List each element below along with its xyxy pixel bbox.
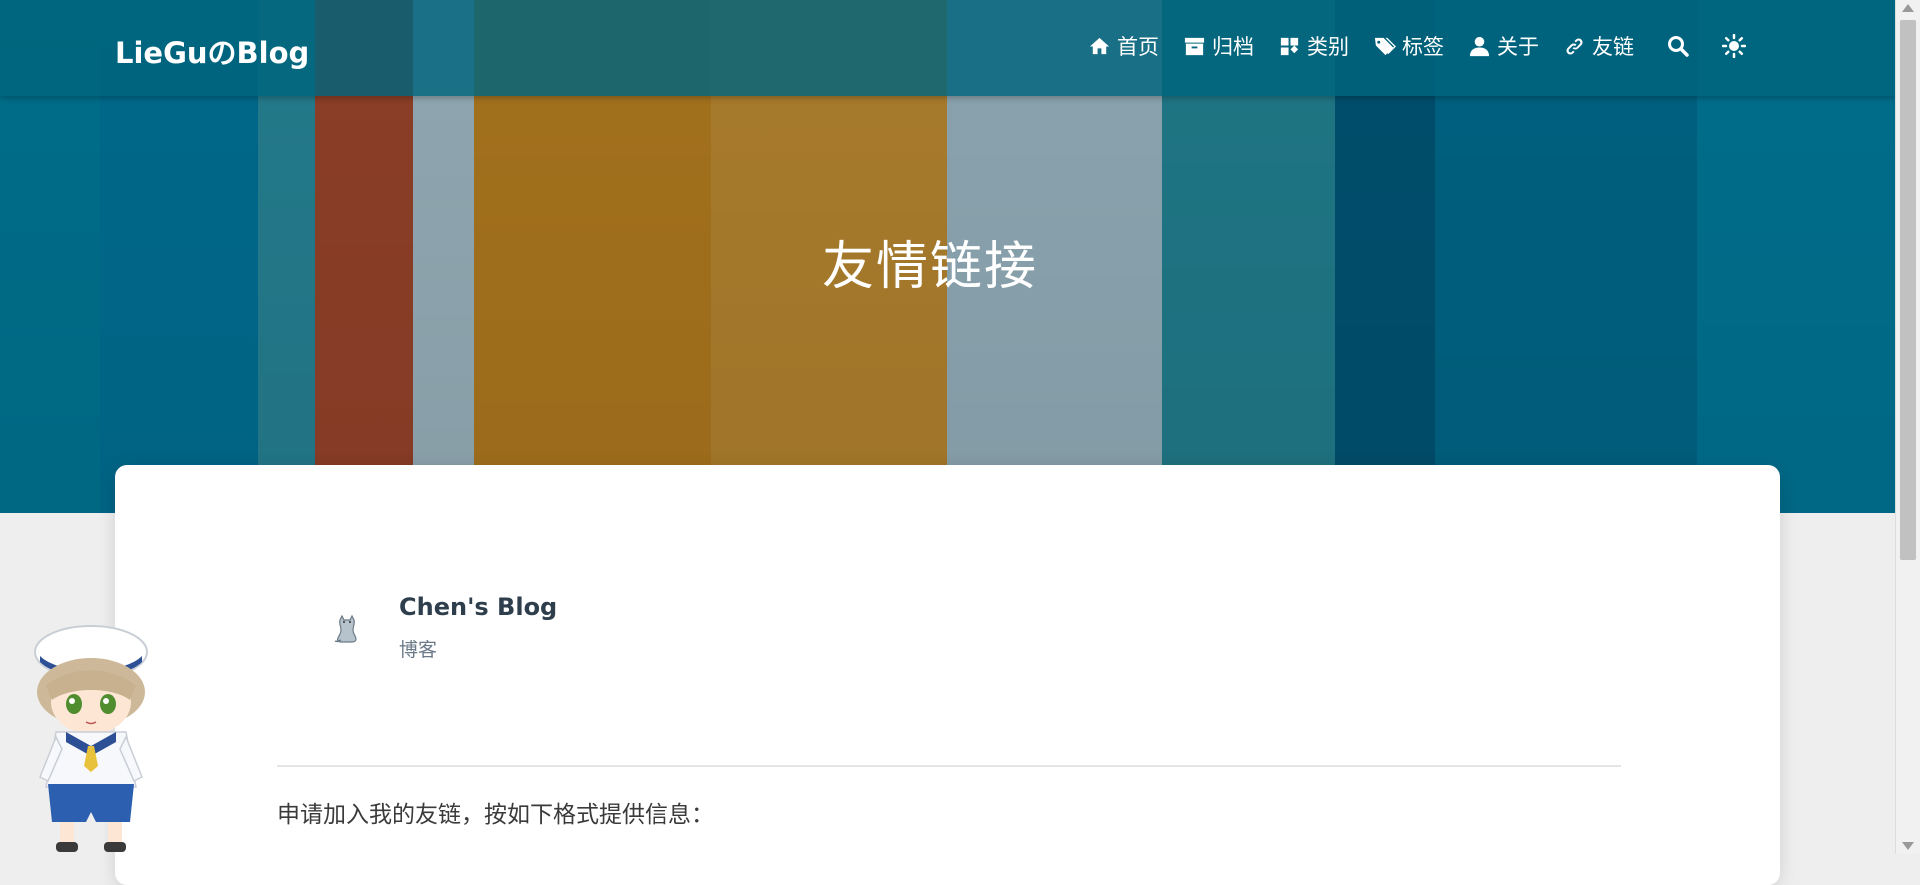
sun-icon <box>1722 34 1746 58</box>
nav-item-label: 关于 <box>1497 35 1539 59</box>
grid-icon <box>1280 37 1299 55</box>
friend-link-item[interactable]: Chen's Blog 博客 <box>315 593 557 662</box>
mascot-image <box>34 625 148 852</box>
home-icon <box>1089 37 1110 54</box>
vertical-scrollbar[interactable] <box>1895 0 1920 854</box>
nav-menu: 首页 归档 类别 标签 关于 友链 <box>1064 31 1746 61</box>
friend-avatar <box>315 596 379 660</box>
scroll-down-arrow[interactable] <box>1902 842 1914 850</box>
nav-item-tags[interactable]: 标签 <box>1373 31 1444 61</box>
mascot-character[interactable] <box>26 622 156 854</box>
nav-item-links[interactable]: 友链 <box>1563 31 1634 61</box>
archive-icon <box>1184 37 1205 55</box>
tags-icon <box>1374 37 1396 55</box>
nav-item-label: 友链 <box>1592 35 1634 59</box>
nav-item-label: 标签 <box>1402 35 1444 59</box>
page-banner: LieGuのBlog 首页 归档 类别 标签 关于 友链 友情链接 <box>0 0 1896 513</box>
nav-item-label: 首页 <box>1117 35 1159 59</box>
apply-instructions: 申请加入我的友链，按如下格式提供信息： <box>277 802 714 828</box>
link-icon <box>1566 37 1583 55</box>
content-divider <box>277 765 1621 767</box>
theme-toggle-button[interactable] <box>1722 34 1746 58</box>
scroll-up-arrow[interactable] <box>1902 4 1914 12</box>
friend-description: 博客 <box>399 639 438 661</box>
nav-item-about[interactable]: 关于 <box>1468 31 1539 61</box>
nav-item-categories[interactable]: 类别 <box>1278 31 1349 61</box>
nav-item-archive[interactable]: 归档 <box>1183 31 1254 61</box>
site-brand[interactable]: LieGuのBlog <box>115 30 309 72</box>
user-icon <box>1469 36 1490 56</box>
nav-item-home[interactable]: 首页 <box>1088 31 1159 61</box>
content-card: Chen's Blog 博客 申请加入我的友链，按如下格式提供信息： <box>115 465 1780 885</box>
friend-name[interactable]: Chen's Blog <box>399 593 557 621</box>
scrollbar-thumb[interactable] <box>1900 20 1916 560</box>
nav-item-label: 归档 <box>1212 35 1254 59</box>
search-button[interactable] <box>1666 34 1690 58</box>
cat-avatar-icon <box>334 614 357 643</box>
friend-info: Chen's Blog 博客 <box>399 593 557 662</box>
nav-item-label: 类别 <box>1307 35 1349 59</box>
search-icon <box>1668 36 1689 57</box>
page-title: 友情链接 <box>821 237 1038 297</box>
top-navbar: LieGuのBlog 首页 归档 类别 标签 关于 友链 <box>0 0 1896 96</box>
